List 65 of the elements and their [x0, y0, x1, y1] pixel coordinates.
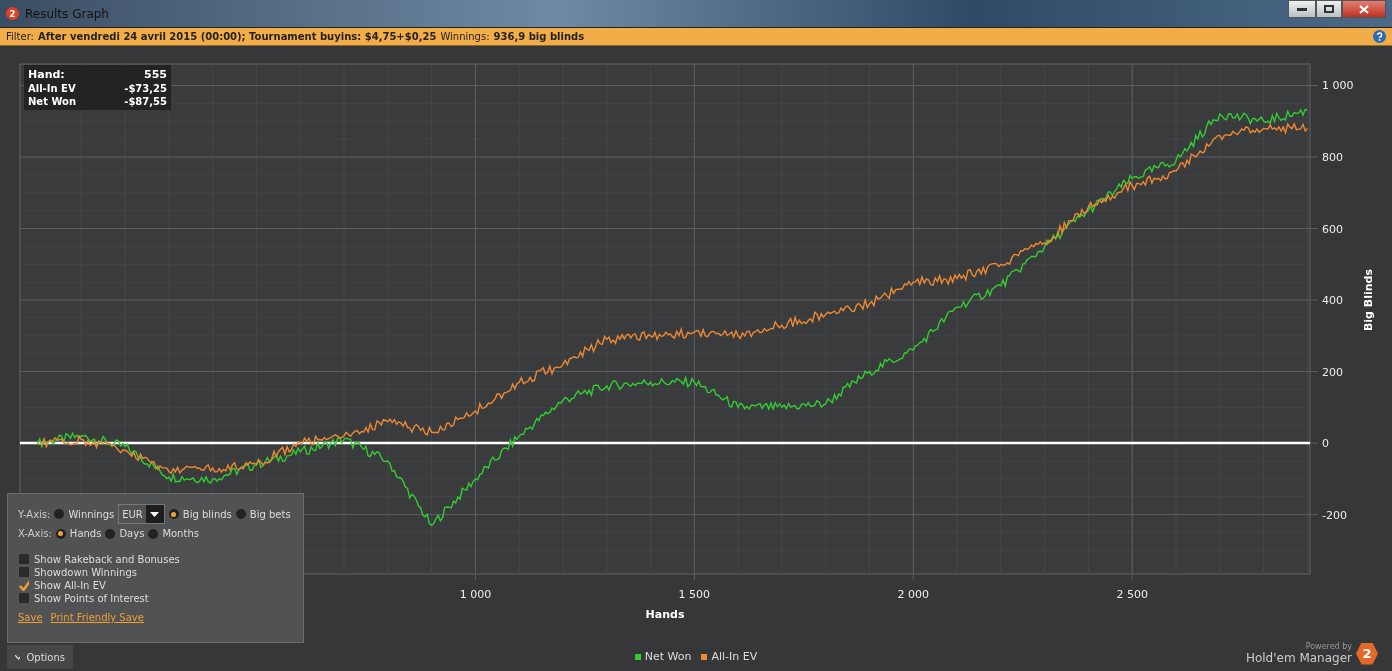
window-title: Results Graph: [25, 6, 109, 21]
tooltip-label: All-In EV: [28, 83, 76, 94]
filter-value: 936,9 big blinds: [493, 31, 585, 42]
radio-option[interactable]: Big bets: [235, 508, 291, 520]
x-tick-label: 1 500: [678, 588, 711, 601]
radio-button[interactable]: [55, 528, 66, 539]
checkbox[interactable]: [18, 592, 30, 604]
y-tick-label: 0: [1322, 437, 1329, 451]
options-toggle[interactable]: Options: [7, 645, 73, 669]
powered-by-text: Powered by: [1305, 642, 1352, 651]
filter-value: After vendredi 24 avril 2015 (00:00); Tournament buyins: $4,75+$0,25: [37, 31, 437, 42]
checkbox[interactable]: [18, 553, 30, 565]
checkbox[interactable]: [18, 566, 30, 578]
radio-option[interactable]: Winnings: [54, 508, 115, 520]
axis-label: X-Axis:: [18, 528, 52, 539]
radio-option[interactable]: Days: [105, 528, 145, 539]
tooltip-label: Net Won: [28, 96, 77, 107]
y-tick-label: 600: [1322, 222, 1343, 236]
filter-label: Winnings:: [440, 31, 490, 42]
radio-option[interactable]: Hands: [55, 528, 102, 539]
checkbox[interactable]: [18, 579, 30, 591]
caret-icon: [150, 511, 160, 517]
x-tick-label: 2 000: [897, 588, 930, 601]
minimize-button[interactable]: [1288, 0, 1316, 18]
help-icon[interactable]: [1373, 30, 1386, 43]
checkbox-option[interactable]: Showdown Winnings: [18, 566, 293, 578]
brand-logo-icon: 2: [1356, 642, 1378, 665]
y-axis-title: Big Blinds: [1362, 269, 1375, 332]
y-tick-label: 200: [1322, 365, 1343, 379]
radio-option[interactable]: Big blinds: [168, 508, 232, 520]
radio-button[interactable]: [168, 509, 179, 519]
y-tick-label: 800: [1322, 151, 1343, 164]
radio-button[interactable]: [235, 509, 246, 519]
legend-item: Net Won: [634, 650, 692, 663]
checkbox-option[interactable]: Show Points of Interest: [18, 592, 293, 604]
y-tick-label: 400: [1322, 294, 1343, 308]
tooltip-label: Hand:: [28, 68, 65, 81]
x-tick-label: 2 500: [1116, 588, 1148, 601]
radio-option[interactable]: Months: [148, 528, 199, 539]
minimize-icon: [1297, 7, 1307, 11]
chevron-icon: [15, 654, 21, 660]
save-link[interactable]: Print Friendly Save: [50, 612, 144, 623]
close-icon: [1359, 4, 1369, 14]
x-axis-title: Hands: [645, 608, 685, 621]
close-button[interactable]: [1342, 0, 1386, 18]
radio-button[interactable]: [105, 528, 116, 539]
save-link[interactable]: Save: [18, 612, 43, 623]
legend-item: All-In EV: [701, 650, 758, 663]
y-tick-label: 1 000: [1322, 79, 1354, 93]
filter-label: Filter:: [6, 31, 34, 42]
checkbox-option[interactable]: Show All-In EV: [18, 579, 293, 591]
tooltip-value: -$87,55: [124, 96, 167, 107]
product-name: Hold'em Manager: [1245, 651, 1352, 665]
maximize-button[interactable]: [1316, 0, 1342, 18]
tooltip-value: -$73,25: [124, 83, 167, 94]
x-tick-label: 1 000: [459, 588, 492, 601]
checkbox-option[interactable]: Show Rakeback and Bonuses: [18, 553, 293, 565]
y-tick-label: -200: [1322, 508, 1347, 522]
axis-label: Y-Axis:: [18, 508, 51, 520]
currency-dropdown[interactable]: EUR: [118, 504, 165, 524]
app-logo-icon: 2: [6, 7, 19, 20]
tooltip-value: 555: [144, 68, 167, 81]
radio-button[interactable]: [54, 509, 65, 519]
maximize-icon: [1324, 5, 1334, 13]
radio-button[interactable]: [148, 528, 159, 539]
